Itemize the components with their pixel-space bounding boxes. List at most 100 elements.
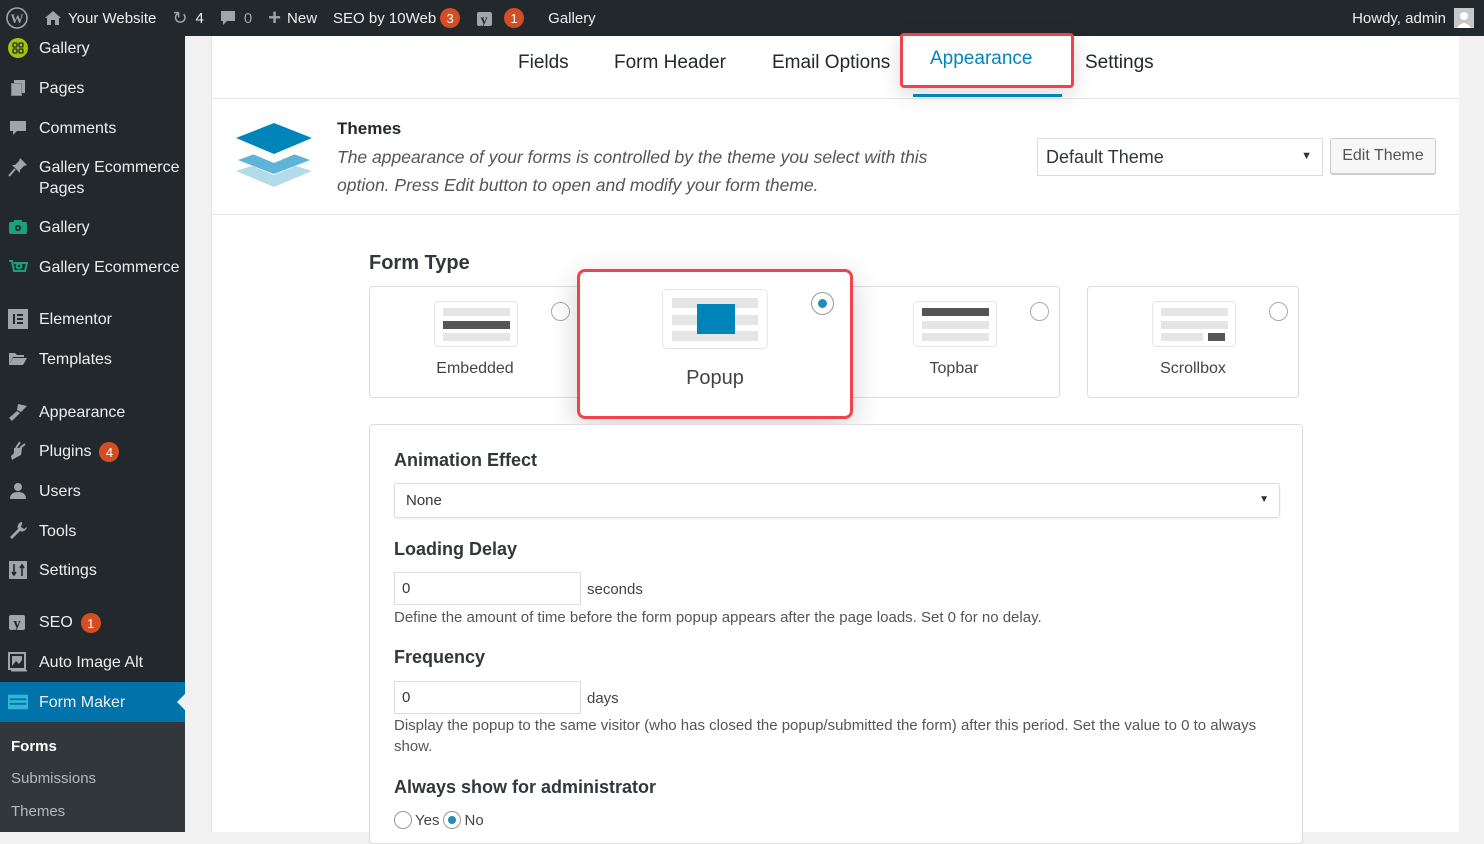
home-icon — [44, 10, 62, 26]
submenu-item-submissions[interactable]: Submissions — [11, 770, 96, 787]
active-tab-underline — [913, 94, 1062, 97]
themes-description: The appearance of your forms is controll… — [337, 147, 928, 195]
frequency-input[interactable]: 0 — [394, 681, 581, 714]
avatar — [1454, 8, 1474, 28]
popup-options-panel: Animation Effect None ▼ Loading Delay 0 … — [369, 424, 1303, 844]
form-editor-panel: Fields Form Header Email Options Appeara… — [211, 33, 1460, 844]
sidebar-item-elementor[interactable]: Elementor — [0, 309, 185, 330]
sidebar-item-tools[interactable]: Tools — [0, 521, 185, 542]
loading-delay-input[interactable]: 0 — [394, 572, 581, 605]
brush-icon — [8, 402, 28, 422]
user-account-menu[interactable]: Howdy, admin — [1344, 0, 1484, 36]
tab-settings[interactable]: Settings — [1085, 52, 1154, 74]
animation-effect-title: Animation Effect — [394, 450, 538, 470]
edit-theme-button[interactable]: Edit Theme — [1330, 138, 1436, 174]
form-type-radio-topbar[interactable] — [1030, 302, 1049, 321]
sidebar-item-comments[interactable]: Comments — [0, 118, 185, 139]
wordpress-logo-button[interactable]: W — [0, 0, 36, 36]
form-type-radio-popup[interactable] — [811, 292, 834, 315]
form-tabs: Fields Form Header Email Options Appeara… — [212, 33, 1460, 99]
svg-text:W: W — [11, 11, 24, 26]
form-type-label: Embedded — [436, 360, 514, 377]
plugins-update-badge: 4 — [99, 442, 120, 462]
sidebar-item-label: Form Maker — [39, 693, 126, 711]
tab-form-header[interactable]: Form Header — [614, 52, 726, 74]
yes-label: Yes — [415, 811, 440, 829]
tab-fields[interactable]: Fields — [518, 52, 569, 74]
submenu-item-themes[interactable]: Themes — [11, 803, 65, 820]
form-maker-submenu: Forms Submissions Themes — [0, 722, 185, 832]
svg-text:y: y — [13, 616, 21, 632]
settings-icon — [8, 560, 28, 580]
wordpress-logo-icon: W — [6, 7, 28, 29]
theme-select[interactable]: Default Theme ▼ — [1037, 138, 1323, 176]
sidebar-item-templates[interactable]: Templates — [0, 349, 185, 370]
tab-email-options[interactable]: Email Options — [772, 52, 890, 74]
sidebar-item-label: Gallery Ecommerce Pages — [39, 159, 180, 197]
loading-delay-help: Define the amount of time before the for… — [394, 609, 1042, 626]
updates-link[interactable]: ↻ 4 — [164, 0, 211, 36]
gallery-link[interactable]: Gallery — [540, 0, 604, 36]
new-content-link[interactable]: + New — [260, 0, 325, 36]
form-type-option-popup[interactable]: Popup — [577, 269, 853, 419]
form-type-label: Popup — [686, 367, 744, 389]
sidebar-item-label: Comments — [39, 120, 117, 137]
scrollbox-thumbnail-icon — [1152, 301, 1236, 347]
sidebar-item-appearance[interactable]: Appearance — [0, 402, 185, 423]
comments-count: 0 — [243, 9, 253, 27]
admin-bar: W Your Website ↻ 4 0 + New SEO by 10Web … — [0, 0, 1484, 36]
seo-10web-link[interactable]: SEO by 10Web 3 — [325, 0, 468, 36]
comments-link[interactable]: 0 — [212, 0, 260, 36]
animation-effect-value: None — [406, 492, 442, 509]
elementor-icon — [8, 309, 28, 329]
sidebar-item-label: Tools — [39, 523, 77, 540]
form-type-label: Scrollbox — [1160, 360, 1226, 377]
tab-appearance[interactable]: Appearance — [930, 48, 1032, 70]
submenu-item-forms[interactable]: Forms — [11, 738, 57, 755]
seo-10web-label: SEO by 10Web — [333, 9, 437, 27]
sidebar-item-label: SEO — [39, 614, 73, 631]
always-show-admin-radio-group: Yes No — [394, 811, 484, 829]
sidebar-item-gallery-camera[interactable]: Gallery — [0, 217, 185, 238]
yoast-link[interactable]: y 1 — [468, 0, 532, 36]
form-type-option-scrollbox[interactable]: Scrollbox — [1087, 286, 1299, 398]
sidebar-item-settings[interactable]: Settings — [0, 560, 185, 581]
sidebar-item-label: Templates — [39, 351, 112, 368]
comment-bubble-icon — [220, 10, 236, 26]
topbar-thumbnail-icon — [913, 301, 997, 347]
always-show-admin-title: Always show for administrator — [394, 777, 657, 797]
plus-icon: + — [268, 5, 282, 30]
sidebar-item-seo[interactable]: y SEO 1 — [0, 612, 185, 633]
always-show-admin-yes-radio[interactable] — [394, 811, 412, 829]
howdy-text: Howdy, admin — [1352, 9, 1446, 27]
frequency-title: Frequency — [394, 647, 486, 667]
sidebar-item-users[interactable]: Users — [0, 481, 185, 502]
sidebar-item-gallery-ecommerce[interactable]: Gallery Ecommerce — [0, 257, 185, 278]
plugin-icon — [8, 441, 28, 461]
form-type-option-topbar[interactable]: Topbar — [848, 286, 1060, 398]
dropdown-arrow-icon: ▼ — [1301, 150, 1312, 162]
admin-sidebar: Gallery Pages Comments Gallery Ecommerce… — [0, 36, 185, 832]
form-type-radio-scrollbox[interactable] — [1269, 302, 1288, 321]
sidebar-item-plugins[interactable]: Plugins 4 — [0, 441, 185, 462]
sidebar-item-auto-image-alt[interactable]: Auto Image Alt — [0, 652, 185, 673]
dropdown-arrow-icon: ▼ — [1259, 494, 1269, 505]
sidebar-item-gallery-ecommerce-pages[interactable]: Gallery Ecommerce Pages — [0, 157, 185, 199]
site-name: Your Website — [68, 9, 157, 27]
sidebar-item-gallery[interactable]: Gallery — [0, 38, 185, 59]
always-show-admin-no-radio[interactable] — [443, 811, 462, 829]
wrench-icon — [8, 521, 28, 541]
updates-icon: ↻ — [172, 7, 188, 28]
frequency-unit: days — [587, 690, 619, 707]
form-type-option-embedded[interactable]: Embedded — [369, 286, 581, 398]
seo-badge: 1 — [80, 613, 101, 633]
site-name-link[interactable]: Your Website — [36, 0, 164, 36]
folder-icon — [8, 349, 28, 369]
sidebar-item-form-maker[interactable]: Form Maker — [0, 682, 185, 722]
form-type-title: Form Type — [369, 252, 470, 274]
sidebar-item-pages[interactable]: Pages — [0, 78, 185, 99]
popup-thumbnail-icon — [662, 289, 768, 349]
animation-effect-select[interactable]: None ▼ — [394, 483, 1280, 518]
form-type-radio-embedded[interactable] — [551, 302, 570, 321]
sidebar-item-label: Appearance — [39, 404, 126, 421]
